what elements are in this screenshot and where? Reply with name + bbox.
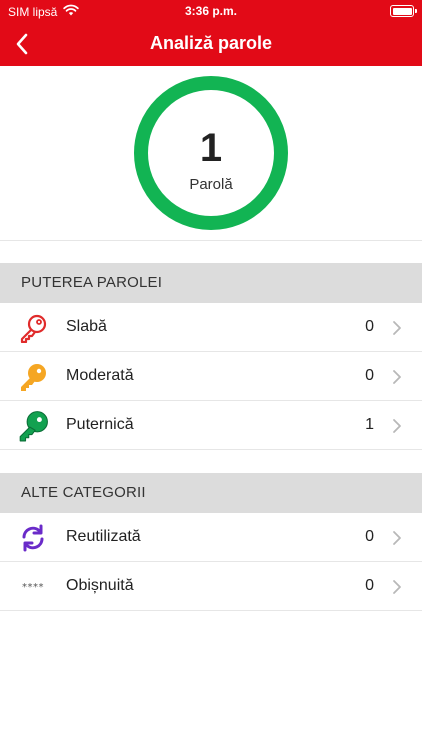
row-count: 0 [365,367,374,384]
chevron-right-icon [393,370,401,384]
battery-full-icon [390,5,417,17]
row-count: 0 [365,528,374,545]
status-bar: SIM lipsă 3:36 p.m. [0,0,422,22]
chevron-right-icon [393,419,401,433]
password-count: 1 [199,126,223,170]
row-strong[interactable]: Puternică 1 [0,401,422,450]
key-moderate-icon [17,361,49,393]
row-count: 0 [365,577,374,594]
asterisks-icon: **** [22,581,44,593]
section-header-strength: PUTEREA PAROLEI [0,263,422,303]
row-moderate[interactable]: Moderată 0 [0,352,422,401]
section-header-other: ALTE CATEGORII [0,473,422,513]
password-summary: 1 Parolă [0,66,422,241]
password-count-ring: 1 Parolă [134,76,288,230]
row-label: Reutilizată [66,528,141,545]
app-header: SIM lipsă 3:36 p.m. Analiză parole [0,0,422,66]
row-count: 1 [365,416,374,433]
row-common[interactable]: **** Obișnuită 0 [0,562,422,611]
row-label: Puternică [66,416,134,433]
chevron-right-icon [393,321,401,335]
row-label: Obișnuită [66,577,134,594]
refresh-icon [17,522,49,554]
row-label: Moderată [66,367,134,384]
key-weak-icon [17,312,49,344]
row-reused[interactable]: Reutilizată 0 [0,513,422,562]
row-label: Slabă [66,318,107,335]
row-weak[interactable]: Slabă 0 [0,303,422,352]
chevron-right-icon [393,580,401,594]
password-count-label: Parolă [189,176,233,193]
status-time: 3:36 p.m. [184,4,238,18]
key-strong-icon [17,410,49,442]
chevron-right-icon [393,531,401,545]
page-title: Analiză parole [149,33,273,53]
row-count: 0 [365,318,374,335]
